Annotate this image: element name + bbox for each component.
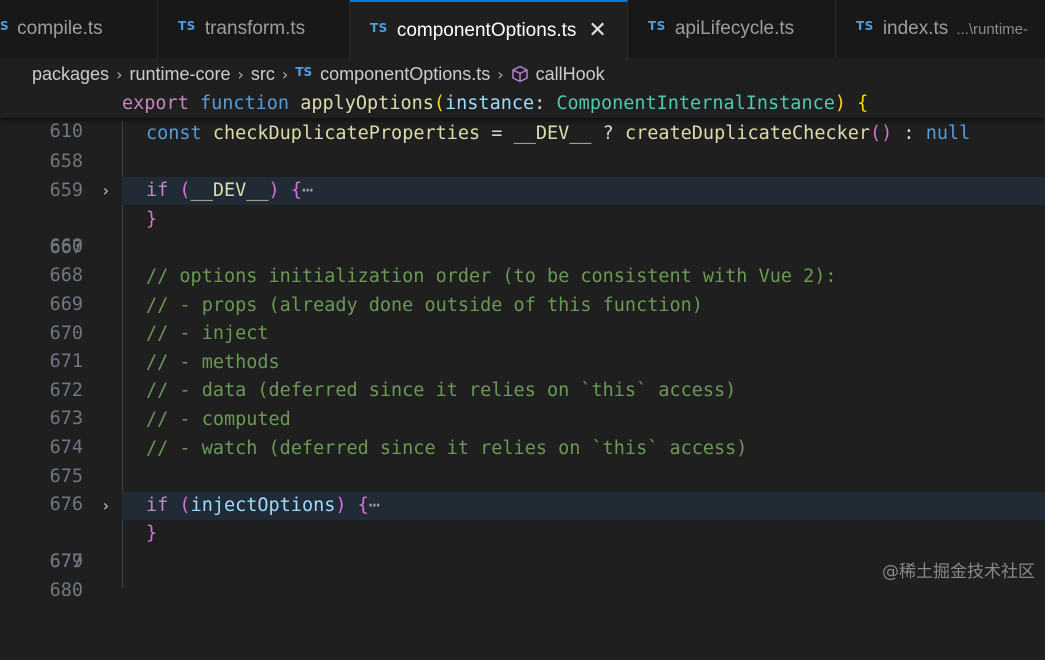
code-line[interactable]: 669 // options initialization order (to … (0, 263, 1045, 315)
typescript-file-icon: TS (295, 65, 313, 79)
code-line[interactable]: 672 // - methods (0, 349, 1045, 401)
code-text: export function applyOptions(instance: C… (122, 93, 869, 114)
code-line[interactable]: 679 } (0, 520, 1045, 572)
tab-apilifecycle-ts[interactable]: TS apiLifecycle.ts (628, 0, 836, 58)
chevron-right-icon: › (497, 64, 504, 84)
line-number: 680 (49, 580, 83, 601)
chevron-right-icon[interactable]: › (97, 492, 115, 520)
code-line[interactable]: 671 // - inject (0, 320, 1045, 372)
watermark: @稀土掘金技术社区 (882, 562, 1035, 582)
code-line[interactable]: 673 // - data (deferred since it relies … (0, 377, 1045, 429)
code-text: } (146, 523, 158, 545)
tab-compile-ts[interactable]: S compile.ts (0, 0, 158, 58)
code-text: } (146, 208, 158, 230)
close-icon[interactable]: ✕ (588, 19, 606, 42)
typescript-file-icon: TS (370, 20, 388, 35)
code-text: const checkDuplicateProperties = __DEV__… (146, 123, 971, 144)
tab-label: componentOptions.ts (396, 19, 577, 41)
comment-text: // options initialization order (to be c… (146, 266, 837, 287)
breadcrumb-item-runtime-core[interactable]: runtime-core (129, 64, 230, 85)
tab-description: ...\runtime- (956, 20, 1028, 38)
chevron-right-icon: › (116, 64, 123, 84)
code-line[interactable]: 675 // - watch (deferred since it relies… (0, 435, 1045, 487)
tab-label: compile.ts (17, 18, 103, 39)
breadcrumb: packages › runtime-core › src › TS compo… (32, 58, 605, 90)
typescript-file-icon: S (0, 19, 10, 33)
code-line[interactable]: 667 } (0, 206, 1045, 258)
breadcrumb-item-packages[interactable]: packages (32, 64, 109, 85)
line-number: 610 (49, 121, 83, 142)
comment-text: // - watch (deferred since it relies on … (146, 437, 748, 459)
breadcrumb-item-file[interactable]: componentOptions.ts (320, 64, 490, 85)
code-text: if (__DEV__) {⋯ (146, 180, 314, 202)
comment-text: // - methods (146, 351, 280, 373)
code-line[interactable]: 668 (0, 234, 1045, 286)
method-cube-icon (511, 65, 528, 83)
comment-text: // - props (already done outside of this… (146, 294, 703, 316)
tab-transform-ts[interactable]: TS transform.ts (158, 0, 350, 58)
folded-ellipsis: ⋯ (368, 494, 380, 516)
code-line[interactable]: 658 const checkDuplicateProperties = __D… (0, 120, 1045, 172)
code-line[interactable]: 670 // - props (already done outside of … (0, 292, 1045, 344)
typescript-file-icon: TS (178, 19, 196, 33)
code-line[interactable]: 660 › if (__DEV__) {⋯ (0, 177, 1045, 257)
code-line[interactable]: 659 (0, 149, 1045, 201)
typescript-file-icon: TS (856, 19, 874, 33)
comment-text: // - inject (146, 323, 269, 345)
tab-index-ts[interactable]: TS index.ts ...\runtime- (836, 0, 1045, 58)
code-editor[interactable]: 610 export function applyOptions(instanc… (0, 90, 1045, 601)
chevron-right-icon: › (237, 64, 244, 84)
folded-ellipsis: ⋯ (301, 180, 314, 202)
code-line[interactable]: 676 (0, 463, 1045, 515)
chevron-right-icon: › (281, 64, 289, 84)
typescript-file-icon: TS (648, 19, 666, 33)
comment-text: // - data (deferred since it relies on `… (146, 380, 737, 402)
breadcrumb-item-src[interactable]: src (251, 64, 275, 85)
tab-label: index.ts (882, 18, 949, 39)
code-text: if (injectOptions) {⋯ (146, 494, 380, 516)
chevron-right-icon[interactable]: › (97, 177, 115, 205)
sticky-scroll-line[interactable]: 610 export function applyOptions(instanc… (0, 90, 1045, 142)
breadcrumb-item-symbol[interactable]: callHook (536, 64, 605, 85)
tab-label: apiLifecycle.ts (674, 18, 795, 39)
tab-label: transform.ts (204, 18, 306, 39)
code-line[interactable]: 677 › if (injectOptions) {⋯ (0, 491, 1045, 572)
tab-componentoptions-ts[interactable]: TS componentOptions.ts ✕ (350, 0, 628, 59)
editor-tab-bar: S compile.ts TS transform.ts TS componen… (0, 0, 1045, 59)
code-line[interactable]: 674 // - computed (0, 406, 1045, 458)
comment-text: // - computed (146, 409, 291, 430)
